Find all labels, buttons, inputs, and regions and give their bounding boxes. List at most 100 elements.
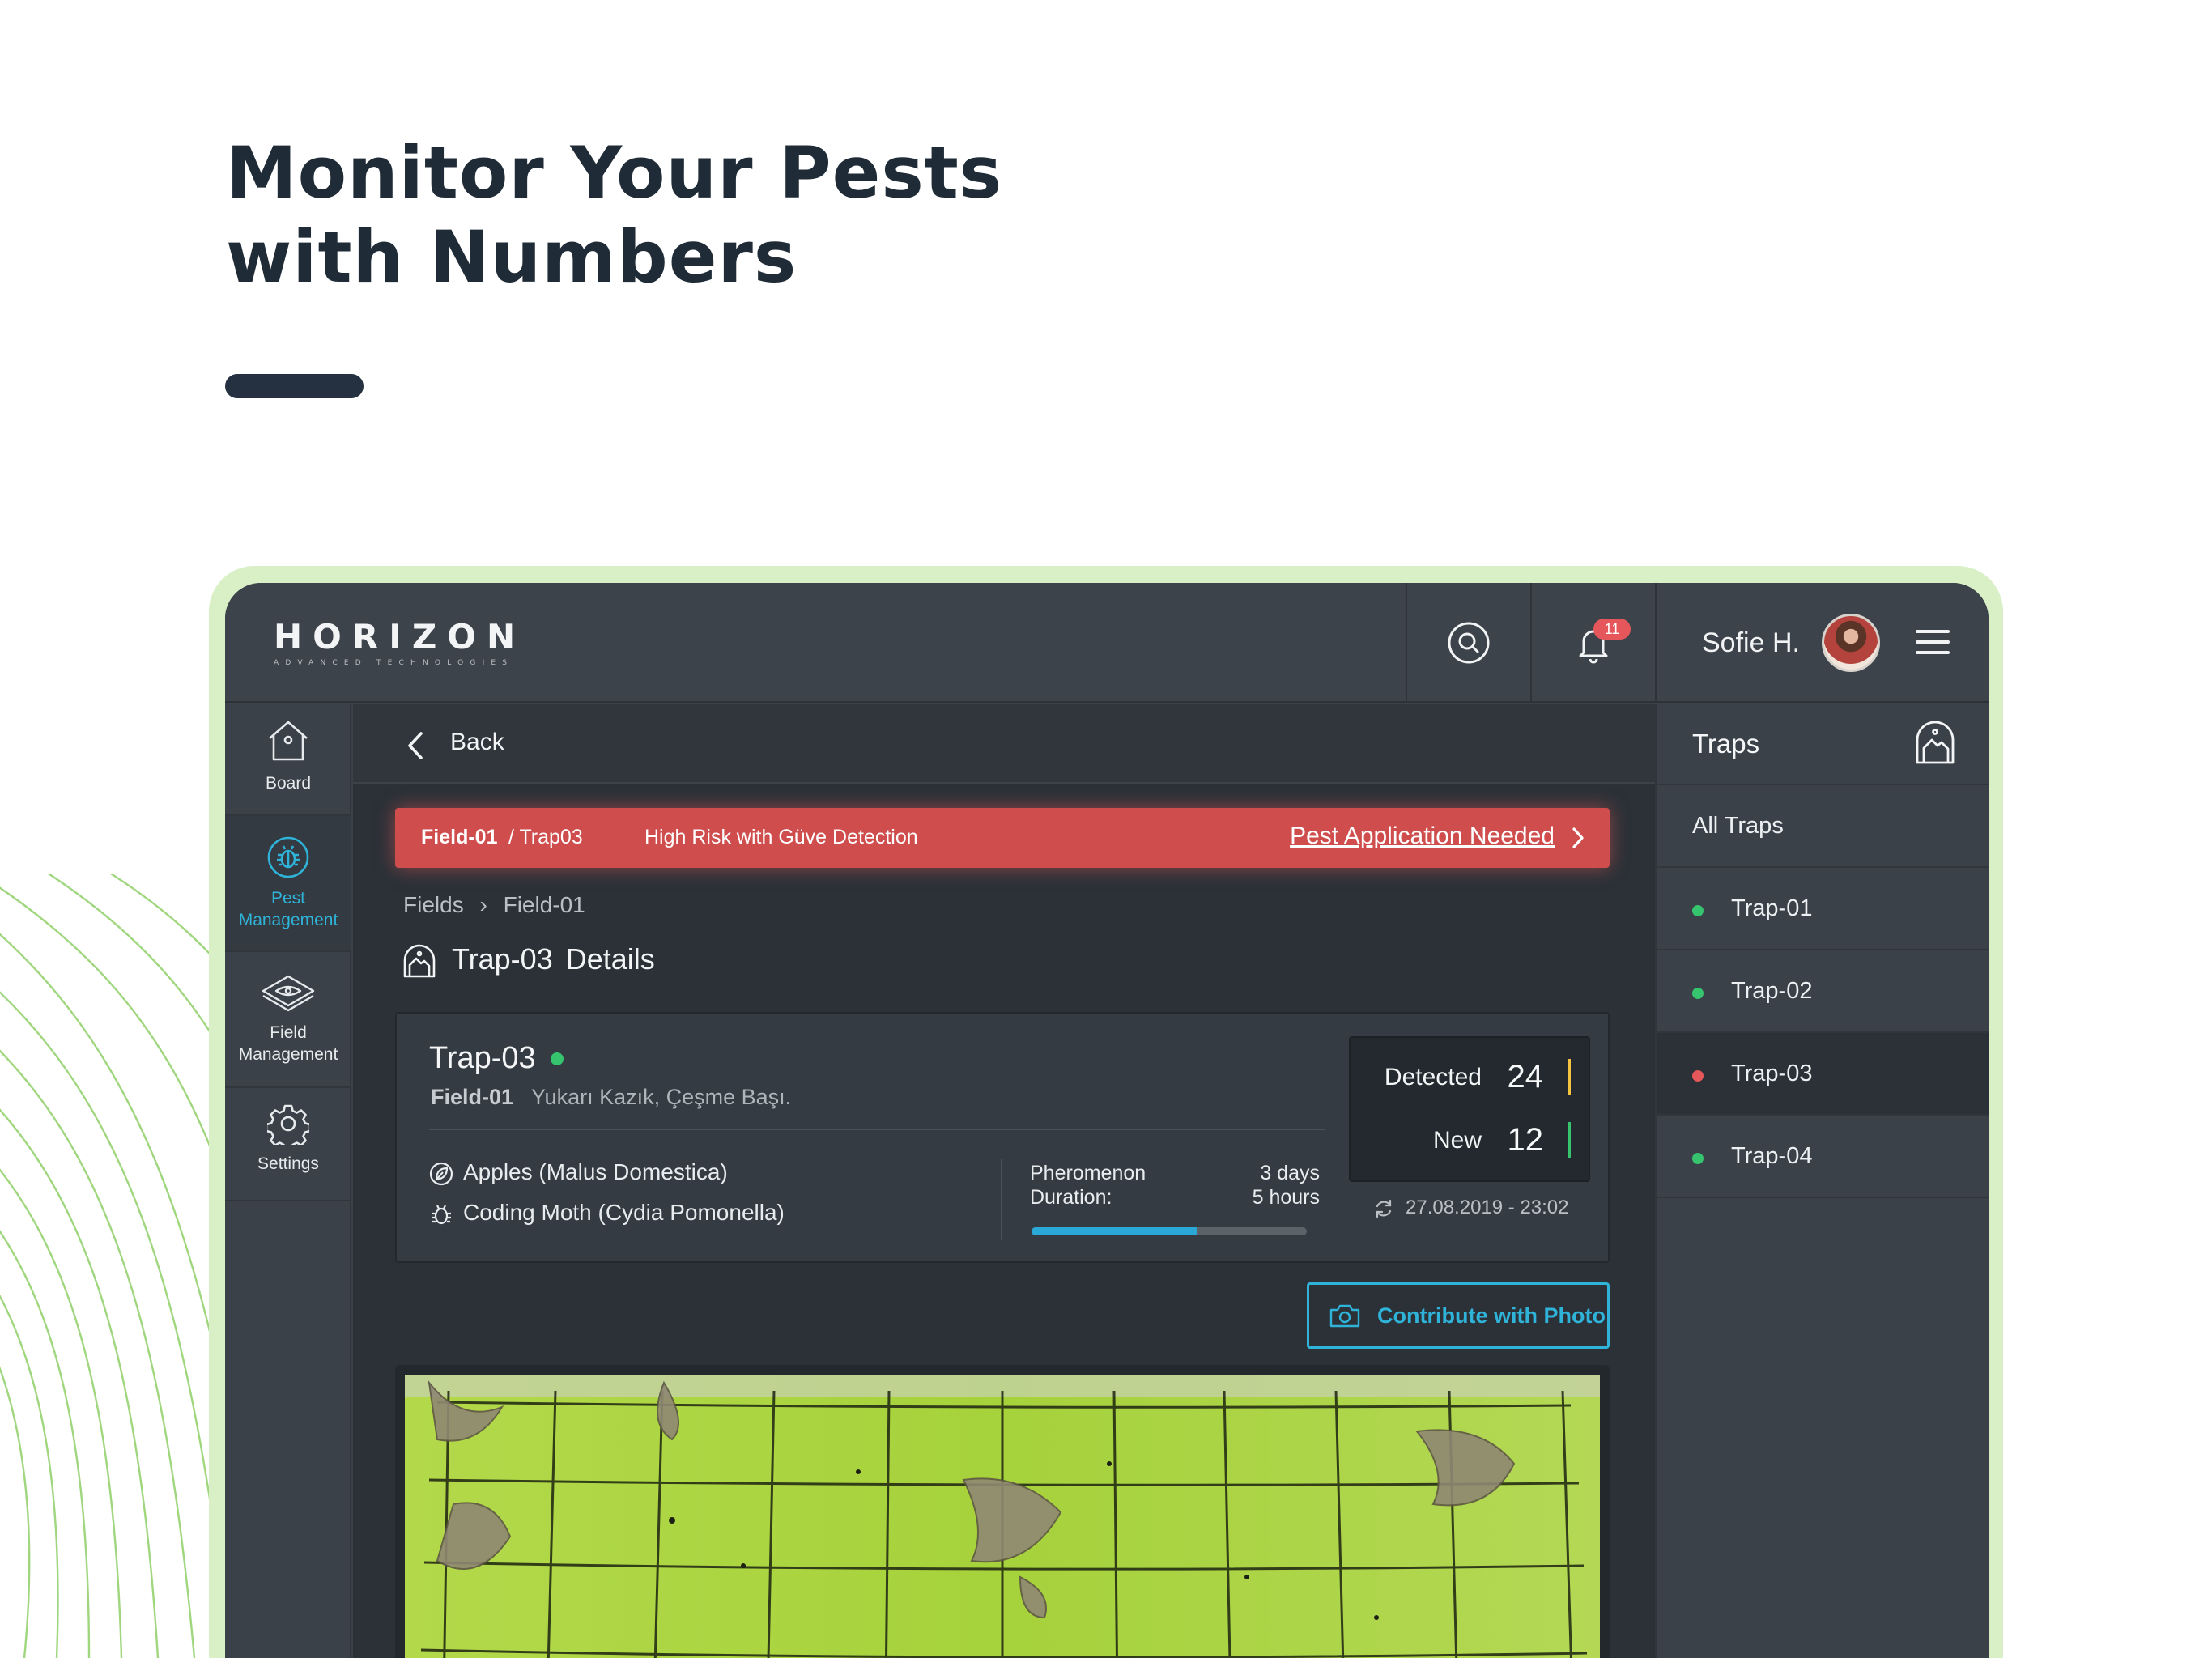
last-sync-time: 27.08.2019 - 23:02 [1406, 1197, 1569, 1218]
pest-application-link[interactable]: Pest Application Needed [1290, 823, 1555, 850]
home-icon [269, 721, 308, 761]
user-name: Sofie H. [1702, 627, 1800, 658]
trap-photo[interactable] [395, 1365, 1610, 1658]
trap-icon[interactable] [1914, 721, 1956, 766]
breadcrumb: Fields › Field-01 [403, 892, 585, 918]
trap-detail-card: Trap-03 Field-01 Yukarı Kazık, Çeşme Başı… [395, 1012, 1610, 1263]
pheromenon-label-line-2: Duration: [1030, 1186, 1112, 1209]
nav-label-field-management: Field Management [238, 1023, 338, 1064]
hero-title-line-1: Monitor Your Pests [226, 131, 1003, 215]
alert-trap: / Trap03 [508, 826, 583, 848]
back-button[interactable]: Back [450, 729, 504, 756]
chevron-left-icon [408, 732, 423, 759]
avatar[interactable] [1822, 614, 1880, 672]
app-screen: HORIZON ADVANCED TECHNOLOGIES 11 Sofie H… [225, 583, 1989, 1658]
trap-icon [403, 944, 436, 978]
duration-hours: 5 hours [1252, 1186, 1320, 1209]
crop-row: Apples (Malus Domestica) [429, 1159, 728, 1186]
sticky-trap-image [405, 1375, 1600, 1658]
new-count-row: New 12 [1351, 1109, 1592, 1171]
detected-count-row: Detected 24 [1351, 1046, 1592, 1107]
trap-status-dot [1692, 905, 1704, 916]
detected-indicator [1568, 1059, 1571, 1095]
top-bar: HORIZON ADVANCED TECHNOLOGIES 11 Sofie H… [225, 583, 1989, 703]
hero-title-line-2: with Numbers [226, 215, 798, 299]
side-nav: Board Pest Management Field Management S… [225, 704, 351, 1658]
new-indicator [1568, 1122, 1571, 1158]
card-divider [429, 1129, 1325, 1130]
all-traps-label: All Traps [1692, 813, 1784, 839]
trap-field-name: Field-01 [431, 1085, 514, 1109]
search-button[interactable] [1406, 583, 1530, 703]
last-sync: 27.08.2019 - 23:02 [1373, 1197, 1569, 1219]
trap-location: Field-01 Yukarı Kazık, Çeşme Başı. [431, 1085, 791, 1110]
page: Monitor Your Pests with Numbers HORIZON … [0, 0, 2212, 1658]
notifications-button[interactable]: 11 [1530, 583, 1655, 703]
detected-value: 24 [1507, 1059, 1544, 1095]
risk-alert-banner[interactable]: Field-01 / Trap03 High Risk with Güve De… [395, 808, 1610, 868]
pheromenon-label: Pheromenon Duration: [1030, 1161, 1146, 1209]
pest-name: Coding Moth (Cydia Pomonella) [463, 1200, 785, 1225]
nav-item-board[interactable]: Board [225, 704, 351, 816]
logo-tagline: ADVANCED TECHNOLOGIES [274, 659, 514, 667]
leaf-icon [429, 1162, 453, 1185]
duration-days: 3 days [1260, 1162, 1320, 1184]
trap-list-label: Trap-02 [1731, 978, 1813, 1004]
horizon-logo[interactable]: HORIZON ADVANCED TECHNOLOGIES [274, 617, 526, 668]
bug-icon [432, 1205, 451, 1224]
notification-badge: 11 [1593, 619, 1631, 640]
pheromenon-duration: 3 days 5 hours [1239, 1161, 1320, 1209]
new-label: New [1432, 1127, 1482, 1154]
chevron-right-icon[interactable] [1571, 826, 1585, 850]
trap-status-dot [1692, 988, 1704, 999]
hero-title: Monitor Your Pests with Numbers [226, 131, 1359, 300]
refresh-icon[interactable] [1373, 1198, 1394, 1219]
trap-name: Trap-03 [429, 1041, 536, 1075]
contribute-photo-label: Contribute with Photo [1377, 1303, 1606, 1328]
page-title-suffix: Details [565, 942, 655, 976]
nav-label-settings: Settings [257, 1154, 319, 1173]
pest-row: Coding Moth (Cydia Pomonella) [429, 1200, 785, 1226]
crop-name: Apples (Malus Domestica) [463, 1159, 728, 1184]
trap-status-dot [1692, 1070, 1704, 1082]
pheromenon-label-line-1: Pheromenon [1030, 1162, 1146, 1184]
detected-label: Detected [1384, 1064, 1482, 1090]
logo-wordmark: HORIZON [274, 617, 526, 657]
nav-item-pest-management[interactable]: Pest Management [225, 816, 351, 952]
nav-label-board: Board [265, 774, 312, 793]
page-title: Trap-03 Details [452, 942, 655, 976]
trap-list-item[interactable]: Trap-04 [1657, 1116, 1989, 1198]
nav-item-settings[interactable]: Settings [225, 1088, 351, 1201]
alert-message: High Risk with Güve Detection [644, 826, 918, 848]
nav-item-field-management[interactable]: Field Management [225, 952, 351, 1088]
trap-list-label: Trap-01 [1731, 895, 1813, 921]
trap-list-item[interactable]: Trap-02 [1657, 950, 1989, 1033]
main-content: Back Field-01 / Trap03 High Risk with Gü… [353, 704, 1655, 1658]
menu-icon[interactable] [1916, 630, 1950, 656]
trap-status-dot [551, 1052, 564, 1065]
breadcrumb-field-01[interactable]: Field-01 [504, 892, 585, 917]
field-icon [262, 975, 315, 1012]
alert-field: Field-01 [421, 826, 498, 848]
duration-progress-fill [1032, 1227, 1197, 1235]
hero-accent-bar [225, 374, 364, 398]
card-vertical-divider [1001, 1159, 1002, 1240]
trap-list-item[interactable]: Trap-01 [1657, 868, 1989, 950]
camera-icon [1329, 1304, 1360, 1328]
trap-list-label: Trap-04 [1731, 1143, 1813, 1169]
duration-progress-bar [1032, 1227, 1307, 1235]
bug-icon [267, 836, 309, 878]
back-bar[interactable]: Back [353, 704, 1655, 784]
all-traps-item[interactable]: All Traps [1657, 785, 1989, 868]
contribute-photo-button[interactable]: Contribute with Photo [1307, 1282, 1610, 1349]
traps-panel-header: Traps [1657, 704, 1989, 785]
breadcrumb-fields[interactable]: Fields [403, 892, 464, 917]
detection-counts: Detected 24 New 12 [1349, 1036, 1590, 1182]
trap-list-item-selected[interactable]: Trap-03 [1657, 1033, 1989, 1116]
page-title-trap: Trap-03 [452, 942, 553, 976]
search-icon [1448, 622, 1490, 664]
traps-panel-title: Traps [1692, 729, 1760, 759]
new-value: 12 [1507, 1122, 1544, 1158]
trap-location-text: Yukarı Kazık, Çeşme Başı. [531, 1085, 792, 1109]
gear-icon [267, 1104, 309, 1145]
